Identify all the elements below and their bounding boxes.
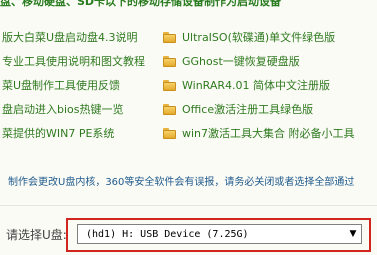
- doc-link-label: 盘启动进入bios热键一览: [2, 103, 124, 116]
- usb-device-value: (hd1) H: USB Device (7.25G): [86, 228, 249, 240]
- document-links: 版大白菜U盘启动盘4.3说明 UltraISO(软碟通)单文件绿色版 专业工具使…: [0, 20, 377, 150]
- doc-link-label: Office激活注册工具绿色版: [182, 103, 314, 116]
- doc-link-label: 菜U盘制作工具使用反馈: [2, 79, 121, 92]
- doc-link-label: UltraISO(软碟通)单文件绿色版: [182, 31, 336, 44]
- top-description: 盘、移动硬盘、SD卡以下的移动存储设备制作为启动设备: [0, 0, 282, 8]
- doc-link-label: 专业工具使用说明和图文教程: [2, 55, 145, 68]
- folder-icon: [163, 31, 176, 43]
- folder-icon: [163, 127, 176, 139]
- doc-link-1[interactable]: 版大白菜U盘启动盘4.3说明: [2, 28, 138, 46]
- doc-link-label: WinRAR4.01 简体中文注册版: [182, 79, 331, 92]
- doc-link-6[interactable]: WinRAR4.01 简体中文注册版: [163, 76, 330, 94]
- doc-link-3[interactable]: 专业工具使用说明和图文教程: [2, 52, 145, 70]
- usb-select-label: 请选择U盘:: [6, 228, 67, 242]
- folder-icon: [163, 79, 176, 91]
- doc-link-label: win7激活工具大集合 附必备小工具: [182, 127, 355, 140]
- doc-link-7[interactable]: 盘启动进入bios热键一览: [2, 100, 124, 118]
- divider: [0, 205, 377, 206]
- doc-link-9[interactable]: 菜提供的WIN7 PE系统: [2, 124, 114, 142]
- folder-icon: [163, 103, 176, 115]
- doc-link-10[interactable]: win7激活工具大集合 附必备小工具: [163, 124, 355, 142]
- usb-tool-window: 盘、移动硬盘、SD卡以下的移动存储设备制作为启动设备 版大白菜U盘启动盘4.3说…: [0, 0, 377, 255]
- folder-icon: [163, 55, 176, 67]
- doc-link-label: 菜提供的WIN7 PE系统: [2, 127, 115, 140]
- doc-link-4[interactable]: GGhost一键恢复硬盘版: [163, 52, 300, 70]
- dropdown-arrow-icon[interactable]: ▼: [345, 225, 361, 243]
- doc-link-label: 版大白菜U盘启动盘4.3说明: [2, 31, 138, 44]
- usb-select-row: 请选择U盘: (hd1) H: USB Device (7.25G) ▼: [0, 218, 377, 252]
- doc-link-5[interactable]: 菜U盘制作工具使用反馈: [2, 76, 120, 94]
- doc-link-2[interactable]: UltraISO(软碟通)单文件绿色版: [163, 28, 335, 46]
- usb-device-select[interactable]: (hd1) H: USB Device (7.25G) ▼: [77, 224, 362, 244]
- warning-notice: 制作会更改U盘内核，360等安全软件会有误报，请务必关闭或者选择全部通过: [8, 177, 355, 188]
- doc-link-8[interactable]: Office激活注册工具绿色版: [163, 100, 313, 118]
- doc-link-label: GGhost一键恢复硬盘版: [182, 55, 300, 68]
